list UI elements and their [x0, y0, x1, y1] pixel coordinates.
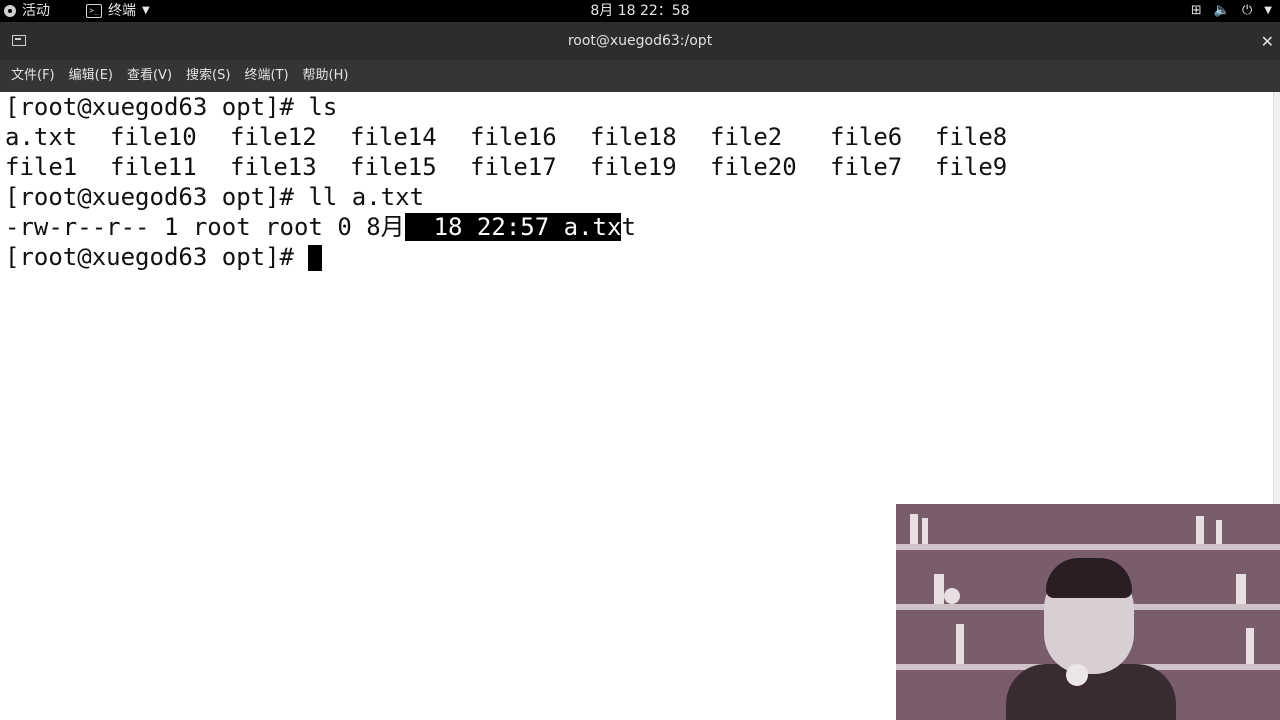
- ll-output-line: -rw-r--r-- 1 root root 0 8月 18 22:57 a.t…: [5, 212, 636, 242]
- menu-search[interactable]: 搜索(S): [179, 60, 237, 92]
- ls-entry: file6: [830, 123, 903, 151]
- presenter-hair: [1046, 558, 1132, 598]
- book: [1216, 520, 1222, 544]
- shelf: [896, 544, 1280, 550]
- menu-edit[interactable]: 编辑(E): [62, 60, 120, 92]
- app-menu-label: 终端: [108, 3, 136, 19]
- power-icon[interactable]: ⏻: [1242, 0, 1252, 22]
- book: [934, 574, 944, 604]
- ls-entry: file16: [470, 123, 557, 151]
- clock: 8月 18 22：58: [0, 0, 1280, 22]
- text-cursor: [308, 245, 323, 271]
- menu-file[interactable]: 文件(F): [4, 60, 62, 92]
- ls-entry: file14: [350, 123, 437, 151]
- book: [922, 518, 928, 544]
- chevron-down-icon: ▼: [142, 5, 150, 16]
- network-icon[interactable]: ⊞: [1191, 0, 1202, 22]
- ls-entry: file7: [830, 153, 903, 181]
- menu-view[interactable]: 查看(V): [120, 60, 179, 92]
- microphone-icon: [1066, 664, 1088, 686]
- ls-entry: file18: [590, 123, 677, 151]
- vase: [944, 588, 960, 604]
- close-icon[interactable]: ✕: [1261, 32, 1274, 51]
- ls-entry: file8: [935, 123, 1008, 151]
- ls-entry: file10: [110, 123, 197, 151]
- ll-output-text: t: [621, 213, 636, 241]
- ls-entry: file13: [230, 153, 317, 181]
- activities-icon: [4, 5, 16, 17]
- book: [1246, 628, 1254, 664]
- ls-entry: file11: [110, 153, 197, 181]
- ll-output-text: -rw-r--r-- 1 root root 0 8月: [5, 213, 405, 241]
- ls-entry: file9: [935, 153, 1008, 181]
- system-tray[interactable]: ⊞ 🔈 ⏻ ▼: [1179, 0, 1272, 22]
- ls-entry: file20: [710, 153, 797, 181]
- activities-button[interactable]: 活动: [4, 0, 50, 22]
- ls-entry: a.txt: [5, 123, 78, 151]
- terminal-line: [root@xuegod63 opt]# ll a.txt: [5, 183, 425, 211]
- ls-output-row: file1 file11 file13 file15 file17 file19…: [5, 152, 1105, 182]
- ls-entry: file17: [470, 153, 557, 181]
- ls-output-row: a.txt file10 file12 file14 file16 file18…: [5, 122, 1105, 152]
- top-bar: 活动 >_ 终端 ▼ 8月 18 22：58 ⊞ 🔈 ⏻ ▼: [0, 0, 1280, 22]
- chevron-down-icon[interactable]: ▼: [1264, 0, 1272, 22]
- terminal-line: [root@xuegod63 opt]# ls: [5, 93, 338, 121]
- window-titlebar[interactable]: root@xuegod63:/opt ✕: [0, 22, 1280, 60]
- book: [1196, 516, 1204, 544]
- menu-terminal[interactable]: 终端(T): [237, 60, 295, 92]
- book: [956, 624, 964, 664]
- terminal-icon: >_: [86, 4, 102, 18]
- ls-entry: file12: [230, 123, 317, 151]
- volume-icon[interactable]: 🔈: [1214, 0, 1230, 22]
- clock-label[interactable]: 8月 18 22：58: [590, 0, 689, 22]
- app-menu-button[interactable]: >_ 终端 ▼: [86, 0, 150, 22]
- prompt-text: [root@xuegod63 opt]#: [5, 243, 309, 271]
- book: [1236, 574, 1246, 604]
- ls-entry: file1: [5, 153, 78, 181]
- book: [910, 514, 918, 544]
- menu-bar: 文件(F) 编辑(E) 查看(V) 搜索(S) 终端(T) 帮助(H): [0, 60, 1280, 92]
- activities-label: 活动: [22, 3, 50, 19]
- window-title: root@xuegod63:/opt: [567, 33, 713, 49]
- terminal-prompt-line: [root@xuegod63 opt]#: [5, 242, 323, 272]
- ls-entry: file19: [590, 153, 677, 181]
- text-selection[interactable]: 18 22:57 a.tx: [404, 213, 622, 241]
- ls-entry: file15: [350, 153, 437, 181]
- webcam-overlay: [896, 504, 1280, 720]
- menu-help[interactable]: 帮助(H): [296, 60, 356, 92]
- ls-entry: file2: [710, 123, 783, 151]
